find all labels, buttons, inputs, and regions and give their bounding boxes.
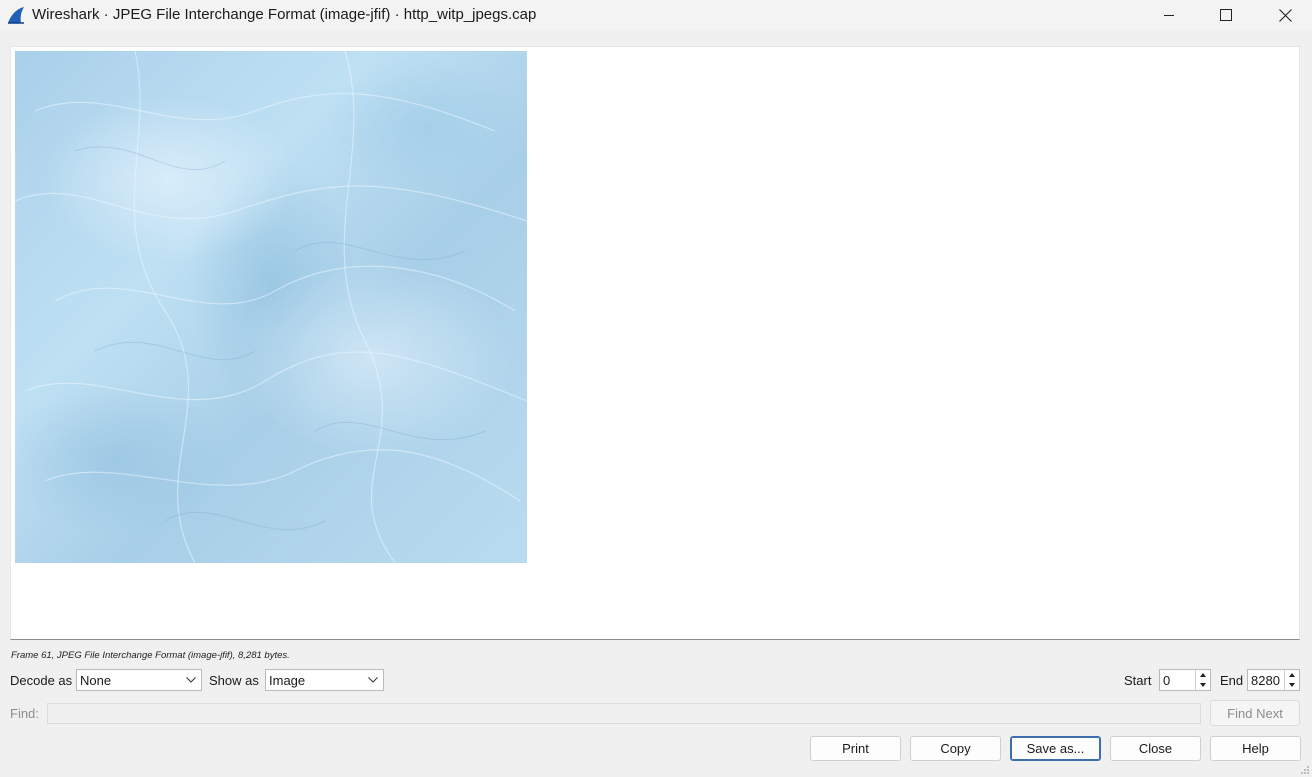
start-label: Start — [1124, 673, 1152, 688]
packet-status: Frame 61, JPEG File Interchange Format (… — [11, 650, 290, 661]
start-spinbox[interactable]: 0 — [1159, 669, 1211, 691]
end-value: 8280 — [1251, 673, 1280, 688]
chevron-down-icon — [368, 677, 378, 683]
find-input[interactable] — [47, 703, 1201, 724]
show-as-label: Show as — [209, 673, 259, 688]
decode-as-select[interactable]: None — [76, 669, 202, 691]
close-window-button[interactable] — [1262, 0, 1308, 30]
content-viewer[interactable] — [10, 46, 1300, 640]
find-label: Find: — [10, 706, 39, 721]
title-bar: Wireshark · JPEG File Interchange Format… — [0, 0, 1312, 30]
start-stepper[interactable] — [1195, 670, 1210, 690]
maximize-icon — [1220, 9, 1232, 21]
decode-as-value: None — [80, 673, 112, 688]
end-spinbox[interactable]: 8280 — [1247, 669, 1300, 691]
resize-grip-icon[interactable] — [1300, 765, 1310, 775]
start-value: 0 — [1163, 673, 1171, 688]
show-as-value: Image — [269, 673, 306, 688]
copy-button[interactable]: Copy — [910, 736, 1001, 761]
save-as-button[interactable]: Save as... — [1010, 736, 1101, 761]
decode-as-label: Decode as — [10, 673, 73, 688]
jpeg-image — [15, 51, 527, 563]
end-label: End — [1220, 673, 1244, 688]
close-icon — [1278, 8, 1292, 22]
arrow-up-icon[interactable] — [1288, 671, 1296, 679]
window-title: Wireshark · JPEG File Interchange Format… — [32, 6, 537, 23]
end-stepper[interactable] — [1284, 670, 1299, 690]
show-as-select[interactable]: Image — [265, 669, 384, 691]
find-next-button[interactable]: Find Next — [1210, 700, 1300, 726]
wireshark-fin-icon — [6, 5, 26, 25]
chevron-down-icon — [186, 677, 196, 683]
minimize-icon — [1164, 15, 1174, 16]
print-button[interactable]: Print — [810, 736, 901, 761]
maximize-button[interactable] — [1203, 0, 1249, 30]
arrow-up-icon[interactable] — [1199, 671, 1207, 679]
minimize-button[interactable] — [1146, 0, 1192, 30]
arrow-down-icon[interactable] — [1288, 681, 1296, 689]
close-button[interactable]: Close — [1110, 736, 1201, 761]
arrow-down-icon[interactable] — [1199, 681, 1207, 689]
help-button[interactable]: Help — [1210, 736, 1301, 761]
